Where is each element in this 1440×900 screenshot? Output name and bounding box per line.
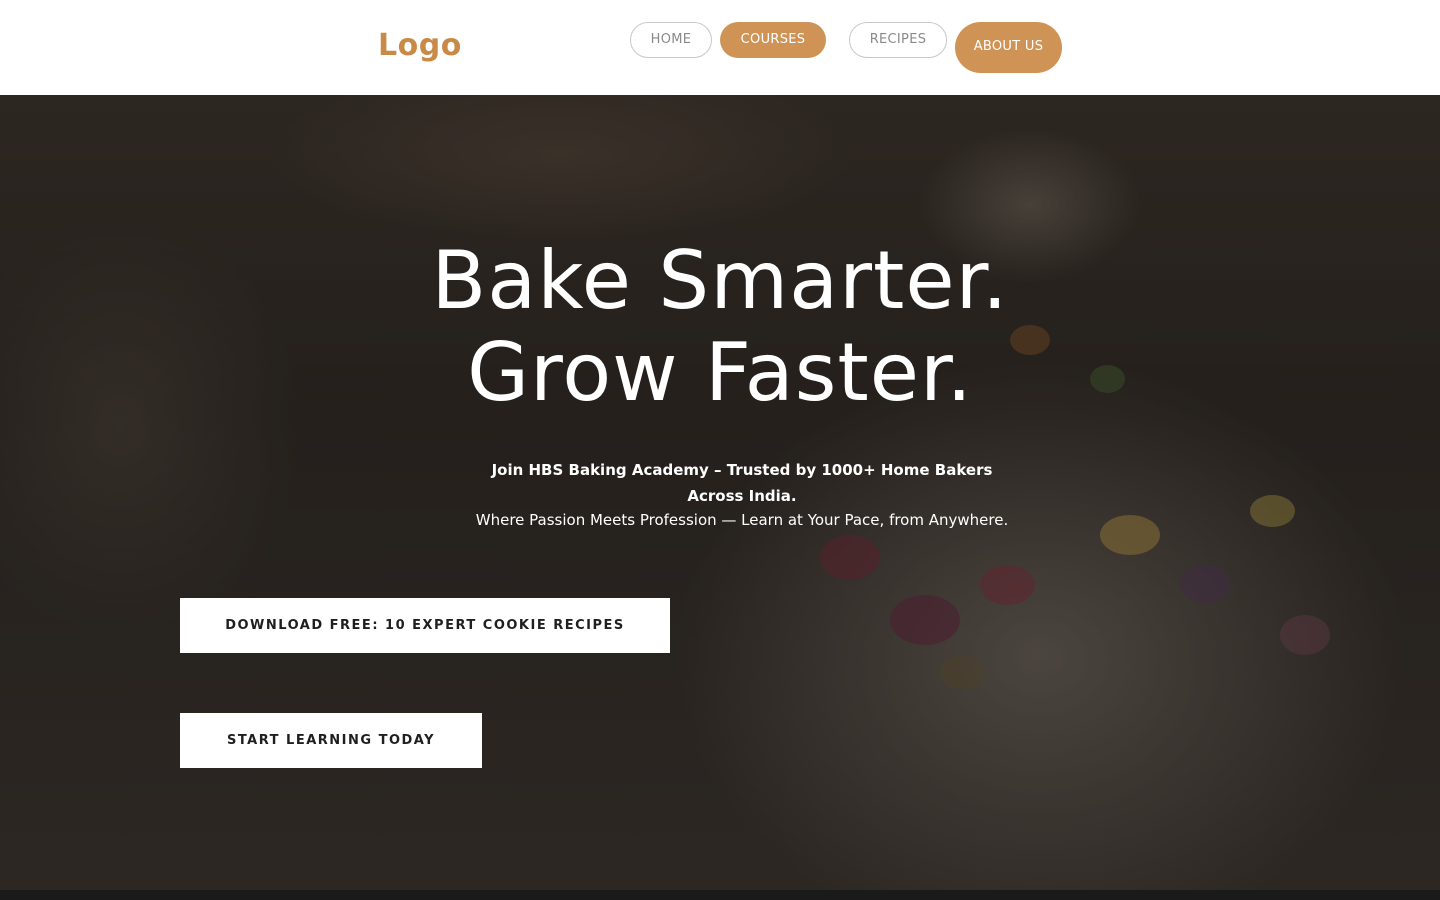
start-learning-button[interactable]: START LEARNING TODAY (180, 713, 482, 768)
hero-tagline: Join HBS Baking Academy – Trusted by 100… (491, 461, 993, 505)
download-recipes-button[interactable]: DOWNLOAD FREE: 10 EXPERT COOKIE RECIPES (180, 598, 670, 653)
hero-subline: Where Passion Meets Profession — Learn a… (475, 511, 1009, 529)
footer-strip (0, 890, 1440, 900)
nav-courses-button[interactable]: COURSES (720, 22, 826, 58)
nav-recipes-button[interactable]: RECIPES (849, 22, 947, 58)
site-header: Logo HOME COURSES RECIPES ABOUT US (0, 0, 1440, 95)
hero-section: Bake Smarter. Grow Faster. Join HBS Baki… (0, 95, 1440, 890)
hero-title: Bake Smarter. Grow Faster. (0, 235, 1440, 419)
nav-home-button[interactable]: HOME (630, 22, 712, 58)
hero-title-line-2: Grow Faster. (467, 326, 973, 419)
nav-about-button[interactable]: ABOUT US (955, 22, 1062, 73)
hero-title-line-1: Bake Smarter. (431, 234, 1009, 327)
site-logo[interactable]: Logo (378, 28, 462, 63)
